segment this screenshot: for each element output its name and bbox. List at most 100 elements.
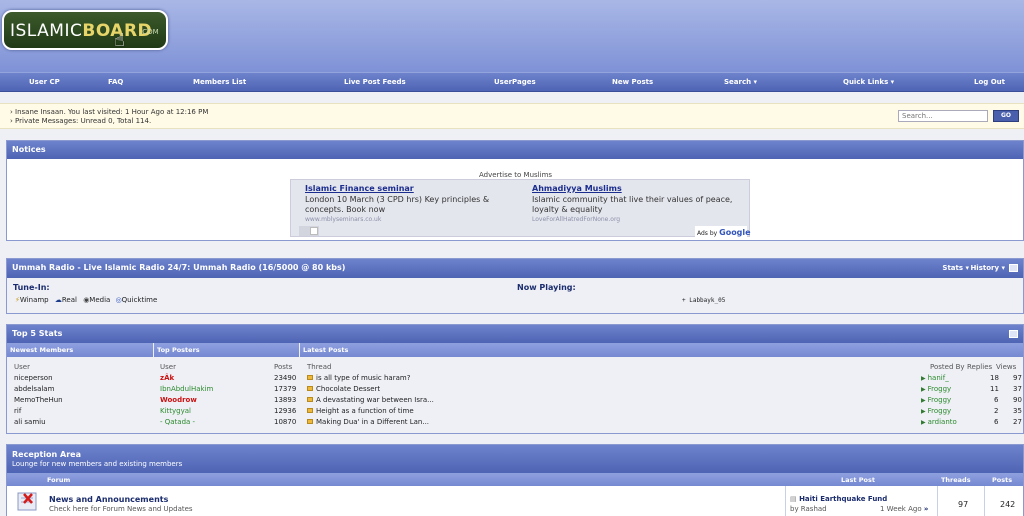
ad-next-icon[interactable] xyxy=(310,227,318,235)
search-go-button[interactable]: GO xyxy=(993,110,1019,122)
forum-threads-count: 97 xyxy=(958,500,969,509)
now-playing-track: + Labbayk_05 xyxy=(682,297,726,304)
top-poster-name[interactable]: - Qatada - xyxy=(160,418,195,426)
tune-in-label: Tune-In: xyxy=(13,283,50,292)
col-posts: Posts xyxy=(992,476,1013,484)
reception-col-headers: Forum Last Post Threads Posts xyxy=(7,473,1023,486)
thread-posted-by[interactable]: ▶ Froggy xyxy=(921,396,951,404)
ads-by-google[interactable]: Ads by Google xyxy=(695,226,751,237)
thread-icon xyxy=(307,397,313,402)
ad2-url[interactable]: LoveForAllHatredForNone.org xyxy=(532,216,620,223)
google-logo-text: Google xyxy=(719,228,751,237)
thread-title[interactable]: A devastating war between Isra... xyxy=(316,396,434,404)
logo-suffix: .COM xyxy=(140,28,159,36)
nav-userpages[interactable]: UserPages xyxy=(494,78,536,86)
nav-user-cp[interactable]: User CP xyxy=(29,78,60,86)
thread-replies: 6 xyxy=(994,396,999,404)
thread-icon xyxy=(307,408,313,413)
forum-status-icon xyxy=(17,492,37,511)
nav-search[interactable]: Search ▾ xyxy=(724,78,757,86)
posters-col-posts: Posts xyxy=(274,363,293,371)
ad-nav-arrows[interactable] xyxy=(299,226,319,236)
latest-thread[interactable]: Height as a function of time xyxy=(307,407,414,415)
top-poster-posts: 23490 xyxy=(274,374,297,382)
latest-col-thread: Thread xyxy=(307,363,332,371)
radio-stats-link[interactable]: Stats ▾ xyxy=(942,264,969,272)
last-post-author[interactable]: by Rashad xyxy=(790,505,827,513)
top-poster-name[interactable]: Woodrow xyxy=(160,396,197,404)
thread-posted-by[interactable]: ▶ hanif_ xyxy=(921,374,949,382)
thread-posted-by[interactable]: ▶ Froggy xyxy=(921,407,951,415)
real-link[interactable]: Real xyxy=(62,296,77,304)
ad-box: Islamic Finance seminar London 10 March … xyxy=(290,179,751,237)
top-poster-name[interactable]: Kittygyal xyxy=(160,407,191,415)
forum-row: News and Announcements Check here for Fo… xyxy=(7,486,1023,516)
search-input[interactable] xyxy=(898,110,988,122)
welcome-text: › Insane Insaan. You last visited: 1 Hou… xyxy=(10,108,209,116)
latest-thread[interactable]: is all type of music haram? xyxy=(307,374,410,382)
stats-header: Top 5 Stats xyxy=(7,325,1023,343)
newest-member[interactable]: ali samiu xyxy=(14,418,46,426)
stats-title: Top 5 Stats xyxy=(12,329,63,338)
thread-title[interactable]: Making Dua' in a Different Lan... xyxy=(316,418,429,426)
thread-replies: 2 xyxy=(994,407,999,415)
thread-replies: 6 xyxy=(994,418,999,426)
ad1-url[interactable]: www.mblyseminars.co.uk xyxy=(305,216,381,223)
posters-col-user: User xyxy=(160,363,176,371)
last-post-time: 1 Week Ago » xyxy=(880,505,929,513)
latest-thread[interactable]: Chocolate Dessert xyxy=(307,385,380,393)
thread-posted-by[interactable]: ▶ ardianto xyxy=(921,418,957,426)
advertise-link[interactable]: Advertise to Muslims xyxy=(479,171,552,179)
newest-member[interactable]: MemoTheHun xyxy=(14,396,63,404)
ad2-text1: Islamic community that live their values… xyxy=(532,195,733,204)
ads-by-text: Ads by xyxy=(697,230,718,237)
newest-member[interactable]: niceperson xyxy=(14,374,53,382)
top-poster-posts: 12936 xyxy=(274,407,297,415)
nav-new-posts[interactable]: New Posts xyxy=(612,78,653,86)
real-icon: ☁ xyxy=(54,296,62,304)
latest-thread[interactable]: Making Dua' in a Different Lan... xyxy=(307,418,429,426)
top-poster-name[interactable]: zÂk xyxy=(160,374,174,382)
ad1-text1: London 10 March (3 CPD hrs) Key principl… xyxy=(305,195,490,204)
top-poster-posts: 10870 xyxy=(274,418,297,426)
arrow-right-icon: ▶ xyxy=(921,419,926,426)
top-poster-name[interactable]: IbnAbdulHakim xyxy=(160,385,213,393)
radio-header: Ummah Radio - Live Islamic Radio 24/7: U… xyxy=(7,259,1023,278)
latest-thread[interactable]: A devastating war between Isra... xyxy=(307,396,434,404)
ad1-text2: concepts. Book now xyxy=(305,205,386,214)
thread-views: 35 xyxy=(1013,407,1022,415)
double-arrow-icon[interactable]: » xyxy=(924,505,929,513)
thread-views: 27 xyxy=(1013,418,1022,426)
thread-title[interactable]: is all type of music haram? xyxy=(316,374,410,382)
quicktime-link[interactable]: Quicktime xyxy=(122,296,158,304)
radio-history-link[interactable]: History ▾ xyxy=(970,264,1005,272)
nav-live-post-feeds[interactable]: Live Post Feeds xyxy=(344,78,406,86)
nav-members-list[interactable]: Members List xyxy=(193,78,246,86)
thread-title[interactable]: Chocolate Dessert xyxy=(316,385,380,393)
winamp-link[interactable]: Winamp xyxy=(20,296,49,304)
forum-name[interactable]: News and Announcements xyxy=(49,495,168,504)
thread-posted-by[interactable]: ▶ Froggy xyxy=(921,385,951,393)
site-logo[interactable]: ISLAMICBOARD .COM xyxy=(2,10,168,50)
ad2-title[interactable]: Ahmadiyya Muslims xyxy=(532,184,622,193)
radio-panel: Ummah Radio - Live Islamic Radio 24/7: U… xyxy=(6,258,1024,314)
navbar: User CP FAQ Members List Live Post Feeds… xyxy=(0,72,1024,92)
now-playing-label: Now Playing: xyxy=(517,283,576,292)
document-icon: ▤ xyxy=(790,495,800,503)
ad1-title[interactable]: Islamic Finance seminar xyxy=(305,184,414,193)
nav-quick-links[interactable]: Quick Links ▾ xyxy=(843,78,894,86)
player-links: ⚡Winamp ☁Real ◉Media ◎Quicktime xyxy=(15,296,157,304)
media-link[interactable]: Media xyxy=(89,296,110,304)
top-poster-posts: 17379 xyxy=(274,385,297,393)
nav-log-out[interactable]: Log Out xyxy=(974,78,1005,86)
thread-replies: 18 xyxy=(990,374,999,382)
private-messages-text[interactable]: › Private Messages: Unread 0, Total 114. xyxy=(10,117,151,125)
thread-title[interactable]: Height as a function of time xyxy=(316,407,414,415)
reception-title[interactable]: Reception Area xyxy=(12,450,1018,459)
collapse-icon[interactable] xyxy=(1009,264,1018,272)
nav-faq[interactable]: FAQ xyxy=(108,78,123,86)
newest-member[interactable]: abdelsalam xyxy=(14,385,54,393)
last-post-title[interactable]: ▤ Haiti Earthquake Fund xyxy=(790,495,887,503)
stats-collapse-icon[interactable] xyxy=(1009,330,1018,338)
newest-member[interactable]: rif xyxy=(14,407,21,415)
